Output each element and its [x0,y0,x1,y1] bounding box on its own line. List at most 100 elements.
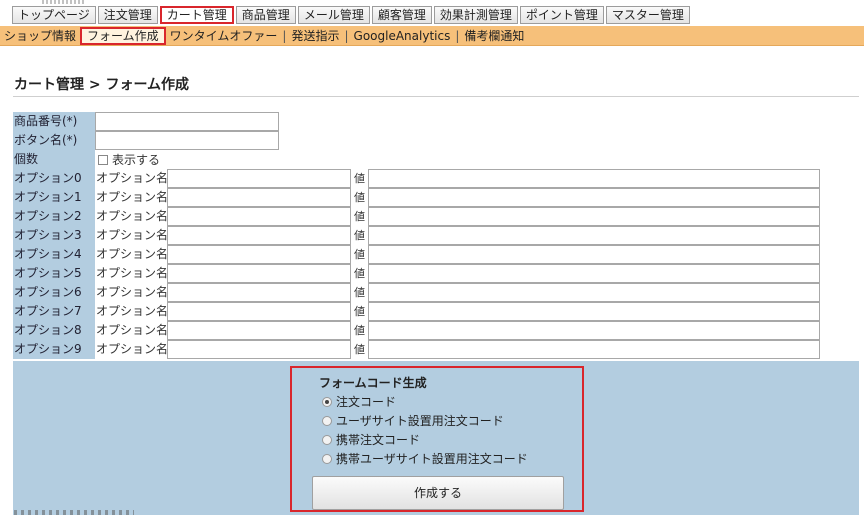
quantity-display-checkbox[interactable] [98,154,108,165]
main-tabs: トップページ 注文管理 カート管理 商品管理 メール管理 顧客管理 効果計測管理… [12,6,690,24]
form-code-title: フォームコード生成 [319,376,427,390]
option-label: オプション8 [13,321,95,340]
option-label: オプション3 [13,226,95,245]
tab-orders[interactable]: 注文管理 [97,6,158,24]
divider [13,96,859,97]
product-number-input[interactable] [95,112,279,131]
option-name-input[interactable] [167,283,351,302]
option-value-input[interactable] [368,302,820,321]
value-label: 値 [351,169,368,188]
option-label: オプション6 [13,283,95,302]
radio-order-code[interactable]: 注文コード [322,393,396,410]
value-label: 値 [351,226,368,245]
option-label: オプション9 [13,340,95,359]
radio-user-site-order-code[interactable]: ユーザサイト設置用注文コード [322,412,504,429]
quantity-label: 個数 [13,150,95,169]
option-label: オプション2 [13,207,95,226]
option-name-input[interactable] [167,207,351,226]
subnav-shipping[interactable]: 発送指示 [287,27,343,44]
option-name-label: オプション名 [95,283,168,302]
tab-mail[interactable]: メール管理 [297,6,370,24]
subnav-shop-info[interactable]: ショップ情報 [0,27,80,44]
subnav-one-time-offer[interactable]: ワンタイムオファー [166,27,282,44]
option-name-input[interactable] [167,188,351,207]
option-name-label: オプション名 [95,188,168,207]
tab-top-page[interactable]: トップページ [12,6,96,24]
radio-label: 携帯ユーザサイト設置用注文コード [336,452,528,466]
tab-analytics[interactable]: 効果計測管理 [433,6,518,24]
option-name-input[interactable] [167,245,351,264]
option-name-label: オプション名 [95,340,168,359]
button-name-label: ボタン名(*) [13,131,95,150]
radio-button[interactable] [322,453,332,464]
option-row: オプション5 オプション名 値 [13,264,859,283]
option-value-input[interactable] [368,226,820,245]
option-value-input[interactable] [368,169,820,188]
tab-cart[interactable]: カート管理 [159,6,234,24]
radio-button[interactable] [322,396,332,407]
radio-label: 携帯注文コード [336,433,421,447]
option-row: オプション4 オプション名 値 [13,245,859,264]
radio-mobile-order-code[interactable]: 携帯注文コード [322,431,420,448]
option-value-input[interactable] [368,321,820,340]
quantity-display-label: 表示する [112,153,161,167]
value-label: 値 [351,245,368,264]
option-label: オプション5 [13,264,95,283]
radio-label: ユーザサイト設置用注文コード [336,414,504,428]
radio-button[interactable] [322,434,332,445]
row-quantity: 個数 表示する [13,150,859,169]
footer-text-cut [14,510,134,515]
option-label: オプション4 [13,245,95,264]
option-row: オプション8 オプション名 値 [13,321,859,340]
option-label: オプション1 [13,188,95,207]
option-rows: オプション0 オプション名 値 オプション1 オプション名 値 オプション2 オ… [13,169,859,359]
form-code-generator: フォームコード生成 注文コード ユーザサイト設置用注文コード 携帯注文コード 携… [290,366,584,512]
option-label: オプション7 [13,302,95,321]
option-value-input[interactable] [368,207,820,226]
value-label: 値 [351,283,368,302]
option-name-label: オプション名 [95,169,168,188]
option-name-input[interactable] [167,264,351,283]
radio-button[interactable] [322,415,332,426]
subnav-google-analytics[interactable]: GoogleAnalytics [350,29,455,43]
row-button-name: ボタン名(*) [13,131,859,150]
option-row: オプション2 オプション名 値 [13,207,859,226]
create-button[interactable]: 作成する [312,476,564,510]
option-value-input[interactable] [368,245,820,264]
option-name-input[interactable] [167,321,351,340]
option-name-label: オプション名 [95,226,168,245]
option-value-input[interactable] [368,188,820,207]
logo [42,0,84,4]
sub-nav: ショップ情報 フォーム作成 ワンタイムオファー | 発送指示 | GoogleA… [0,26,864,46]
value-label: 値 [351,321,368,340]
radio-mobile-user-site-order-code[interactable]: 携帯ユーザサイト設置用注文コード [322,450,528,467]
top-nav: トップページ 注文管理 カート管理 商品管理 メール管理 顧客管理 効果計測管理… [0,0,864,26]
option-name-label: オプション名 [95,302,168,321]
option-name-input[interactable] [167,302,351,321]
option-name-label: オプション名 [95,207,168,226]
option-row: オプション6 オプション名 値 [13,283,859,302]
tab-products[interactable]: 商品管理 [235,6,296,24]
option-name-input[interactable] [167,226,351,245]
option-row: オプション0 オプション名 値 [13,169,859,188]
value-label: 値 [351,302,368,321]
tab-master[interactable]: マスター管理 [605,6,690,24]
option-value-input[interactable] [368,283,820,302]
option-row: オプション3 オプション名 値 [13,226,859,245]
tab-points[interactable]: ポイント管理 [519,6,604,24]
button-name-input[interactable] [95,131,279,150]
option-value-input[interactable] [368,340,820,359]
option-row: オプション9 オプション名 値 [13,340,859,359]
tab-customers[interactable]: 顧客管理 [371,6,432,24]
option-name-label: オプション名 [95,264,168,283]
value-label: 値 [351,264,368,283]
option-label: オプション0 [13,169,95,188]
option-row: オプション7 オプション名 値 [13,302,859,321]
subnav-form-create[interactable]: フォーム作成 [80,26,166,45]
option-name-input[interactable] [167,169,351,188]
option-name-input[interactable] [167,340,351,359]
value-label: 値 [351,188,368,207]
option-name-label: オプション名 [95,321,168,340]
subnav-remarks-notice[interactable]: 備考欄通知 [460,27,528,44]
option-value-input[interactable] [368,264,820,283]
